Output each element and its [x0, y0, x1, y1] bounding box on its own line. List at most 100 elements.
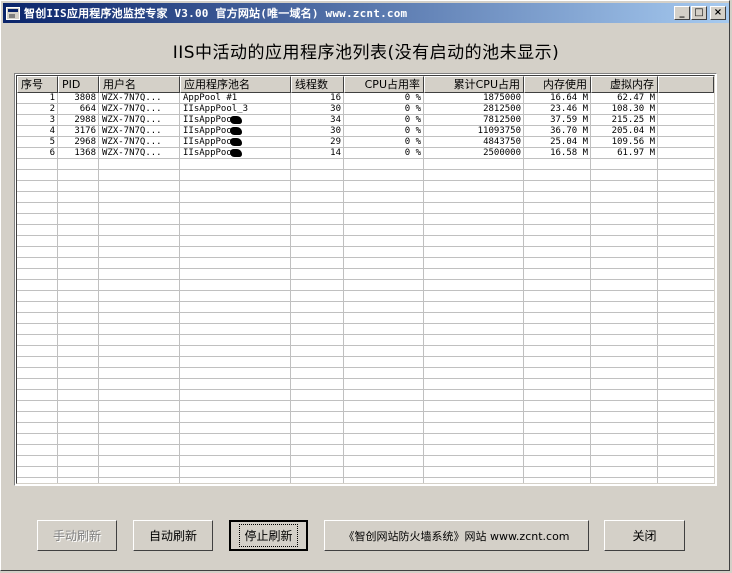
col-pool-name: IIsAppPoo	[180, 148, 291, 159]
col-pool-name: IIsAppPoo	[180, 137, 291, 148]
col-threads: 29	[291, 137, 344, 148]
col-memory: 16.58 M	[524, 148, 591, 159]
col-memory: 16.64 M	[524, 93, 591, 104]
col-user-text: WZX-7N7Q...	[102, 104, 162, 114]
header-col-user[interactable]: 用户名	[99, 76, 180, 93]
stop-refresh-label: 停止刷新	[239, 524, 298, 547]
col-cpu-rate: 0 %	[344, 148, 424, 159]
col-cpu-total: 2812500	[424, 104, 524, 115]
header-col-virtual-memory[interactable]: 虚拟内存	[591, 76, 658, 93]
table-row[interactable]: 4 3176 WZX-7N7Q... IIsAppPoo 30 0 % 11093750 36…	[17, 126, 658, 137]
col-memory-text: 37.59 M	[550, 115, 588, 125]
table-row[interactable]: 5 2968 WZX-7N7Q... IIsAppPoo 29 0 % 4843750 25.…	[17, 137, 658, 148]
grid-line	[657, 93, 658, 483]
col-pid-text: 3176	[74, 126, 96, 136]
col-memory-text: 23.46 M	[550, 104, 588, 114]
grid-line	[179, 93, 180, 483]
list-body[interactable]: 1 3808 WZX-7N7Q... AppPool #1 16 0 % 1875000 16…	[17, 93, 714, 483]
col-threads: 30	[291, 104, 344, 115]
close-window-button[interactable]: ×	[710, 6, 726, 20]
col-virtual-memory: 108.30 M	[591, 104, 658, 115]
col-index: 6	[17, 148, 58, 159]
close-button[interactable]: 关闭	[604, 520, 685, 551]
col-cpu-rate: 0 %	[344, 137, 424, 148]
col-cpu-total-text: 4843750	[483, 137, 521, 147]
col-pid: 664	[58, 104, 99, 115]
col-virtual-memory-text: 215.25 M	[611, 115, 655, 125]
col-threads-text: 16	[330, 93, 341, 103]
col-virtual-memory-text: 61.97 M	[617, 148, 655, 158]
maximize-button[interactable]: □	[691, 6, 707, 20]
col-virtual-memory: 205.04 M	[591, 126, 658, 137]
col-cpu-total-text: 11093750	[477, 126, 521, 136]
col-memory-text: 36.70 M	[550, 126, 588, 136]
app-pool-list[interactable]: 序号 PID 用户名 应用程序池名 线程数 CPU占用率 累计CPU占用 内存使用 虚拟内存 1…	[14, 73, 717, 486]
col-cpu-rate: 0 %	[344, 93, 424, 104]
header-col-cpu-rate[interactable]: CPU占用率	[344, 76, 424, 93]
col-cpu-rate-text: 0 %	[404, 126, 421, 136]
col-cpu-total: 11093750	[424, 126, 524, 137]
col-virtual-memory-text: 108.30 M	[611, 104, 655, 114]
minimize-button[interactable]: _	[674, 6, 690, 20]
grid-line	[590, 93, 591, 483]
col-index-text: 6	[49, 148, 55, 158]
col-virtual-memory: 215.25 M	[591, 115, 658, 126]
col-cpu-total: 7812500	[424, 115, 524, 126]
header-filler	[658, 76, 714, 93]
col-cpu-total-text: 2812500	[483, 104, 521, 114]
stop-refresh-button[interactable]: 停止刷新	[229, 520, 308, 551]
website-button[interactable]: 《智创网站防火墙系统》网站 www.zcnt.com	[324, 520, 589, 551]
header-col-pool-name[interactable]: 应用程序池名	[180, 76, 291, 93]
col-index-text: 1	[49, 93, 55, 103]
col-pid-text: 2968	[74, 137, 96, 147]
table-row[interactable]: 3 2988 WZX-7N7Q... IIsAppPoo 34 0 % 7812500 37.…	[17, 115, 658, 126]
title-bar[interactable]: 智创IIS应用程序池监控专家 V3.00 官方网站(唯一域名) www.zcnt…	[3, 3, 729, 23]
window-title: 智创IIS应用程序池监控专家 V3.00 官方网站(唯一域名) www.zcnt…	[24, 7, 408, 20]
col-threads-text: 34	[330, 115, 341, 125]
col-pid-text: 2988	[74, 115, 96, 125]
col-user: WZX-7N7Q...	[99, 137, 180, 148]
manual-refresh-button[interactable]: 手动刷新	[37, 520, 117, 551]
app-icon[interactable]	[6, 6, 20, 20]
col-cpu-rate-text: 0 %	[404, 137, 421, 147]
grid-line	[290, 93, 291, 483]
col-memory: 25.04 M	[524, 137, 591, 148]
col-index: 1	[17, 93, 58, 104]
window-controls: _ □ ×	[673, 6, 726, 20]
col-cpu-rate-text: 0 %	[404, 104, 421, 114]
col-pid-text: 1368	[74, 148, 96, 158]
col-threads: 14	[291, 148, 344, 159]
auto-refresh-button[interactable]: 自动刷新	[133, 520, 213, 551]
col-user: WZX-7N7Q...	[99, 104, 180, 115]
col-index-text: 5	[49, 137, 55, 147]
col-memory: 23.46 M	[524, 104, 591, 115]
header-col-threads[interactable]: 线程数	[291, 76, 344, 93]
col-cpu-rate: 0 %	[344, 104, 424, 115]
col-cpu-total: 1875000	[424, 93, 524, 104]
col-pid: 2988	[58, 115, 99, 126]
col-threads: 16	[291, 93, 344, 104]
main-window: 智创IIS应用程序池监控专家 V3.00 官方网站(唯一域名) www.zcnt…	[0, 0, 730, 571]
col-pool-name-text: IIsAppPool_3	[183, 104, 249, 114]
col-memory: 37.59 M	[524, 115, 591, 126]
col-pool-name: AppPool #1	[180, 93, 291, 104]
table-row[interactable]: 2 664 WZX-7N7Q... IIsAppPool_3 30 0 % 2812500 2…	[17, 104, 658, 115]
col-cpu-total-text: 2500000	[483, 148, 521, 158]
header-col-cpu-total[interactable]: 累计CPU占用	[424, 76, 524, 93]
col-pid: 3808	[58, 93, 99, 104]
col-memory-text: 16.64 M	[550, 93, 588, 103]
col-pool-name-text: IIsAppPoo	[183, 148, 232, 158]
col-cpu-total-text: 7812500	[483, 115, 521, 125]
grid-line	[98, 93, 99, 483]
col-threads-text: 30	[330, 104, 341, 114]
col-memory: 36.70 M	[524, 126, 591, 137]
header-col-pid[interactable]: PID	[58, 76, 99, 93]
col-pool-name: IIsAppPoo	[180, 126, 291, 137]
col-virtual-memory-text: 62.47 M	[617, 93, 655, 103]
list-header: 序号 PID 用户名 应用程序池名 线程数 CPU占用率 累计CPU占用 内存使用 虚拟内存	[17, 76, 714, 93]
header-col-memory[interactable]: 内存使用	[524, 76, 591, 93]
header-col-index[interactable]: 序号	[17, 76, 58, 93]
grid-line	[423, 93, 424, 483]
table-row[interactable]: 1 3808 WZX-7N7Q... AppPool #1 16 0 % 1875000 16…	[17, 93, 658, 104]
table-row[interactable]: 6 1368 WZX-7N7Q... IIsAppPoo 14 0 % 2500000 16.…	[17, 148, 658, 159]
